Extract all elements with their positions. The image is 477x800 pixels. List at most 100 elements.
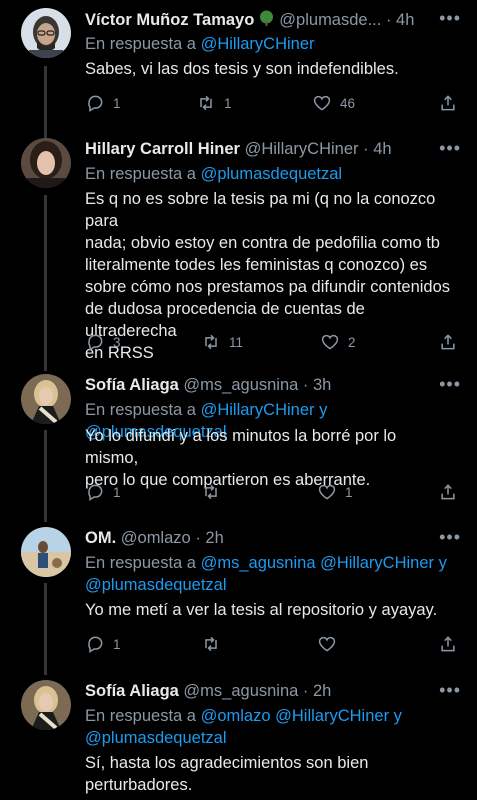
reply-button[interactable]: 1 — [85, 93, 121, 113]
tweet-header: Víctor Muñoz Tamayo @plumasde... · 4h ••• — [85, 8, 463, 32]
timestamp[interactable]: · 4h — [363, 140, 391, 158]
username[interactable]: @ms_agusnina — [183, 682, 298, 700]
more-options-icon[interactable]: ••• — [439, 527, 461, 548]
mention-link[interactable]: @plumasdequetzal — [85, 729, 227, 747]
tweet-text: Sí, hasta los agradecimientos son bien p… — [85, 752, 453, 796]
text-line: Sí, hasta los agradecimientos son bien — [85, 754, 369, 772]
retweet-icon — [200, 95, 212, 111]
heart-icon — [318, 636, 336, 652]
reply-prefix: En respuesta a — [85, 554, 196, 572]
username[interactable]: @plumasde... — [279, 11, 381, 29]
reply-prefix: En respuesta a — [85, 707, 196, 725]
more-options-icon[interactable]: ••• — [439, 8, 461, 29]
display-name[interactable]: Sofía Aliaga — [85, 682, 179, 700]
share-icon — [441, 95, 455, 111]
timestamp[interactable]: · 3h — [303, 376, 331, 394]
text-line: Yo lo difundí y a los minutos la borré p… — [85, 427, 397, 467]
retweet-icon — [205, 636, 217, 652]
reply-button[interactable]: 3 — [85, 332, 121, 352]
like-count: 2 — [348, 334, 356, 350]
reply-button[interactable]: 1 — [85, 482, 121, 502]
reply-conjunction: y — [314, 401, 328, 419]
retweet-icon — [205, 484, 217, 500]
retweet-button[interactable] — [201, 634, 229, 654]
avatar[interactable] — [21, 8, 71, 58]
mention-link[interactable]: @plumasdequetzal — [201, 165, 343, 183]
action-bar: 1 1 46 — [85, 93, 455, 115]
display-name[interactable]: Sofía Aliaga — [85, 376, 179, 394]
reply-context: En respuesta a @ms_agusnina @HillaryCHin… — [85, 552, 463, 596]
tweet-text: Sabes, vi las dos tesis y son indefendib… — [85, 58, 453, 80]
retweet-button[interactable]: 1 — [196, 93, 232, 113]
more-options-icon[interactable]: ••• — [439, 374, 461, 395]
mention-link[interactable]: @HillaryCHiner — [201, 401, 315, 419]
display-name[interactable]: OM. — [85, 529, 116, 547]
action-bar: 1 1 — [85, 482, 455, 504]
reply-count: 1 — [113, 95, 121, 111]
avatar[interactable] — [21, 374, 71, 424]
tweet-header: OM. @omlazo · 2h ••• — [85, 527, 463, 551]
mention-link[interactable]: @HillaryCHiner — [201, 35, 315, 53]
tweet-header: Hillary Carroll Hiner @HillaryCHiner · 4… — [85, 138, 463, 162]
share-icon — [441, 636, 455, 652]
tweet-text: Yo me metí a ver la tesis al repositorio… — [85, 599, 453, 621]
tweet-header: Sofía Aliaga @ms_agusnina · 3h ••• — [85, 374, 463, 398]
tweet[interactable]: Hillary Carroll Hiner @HillaryCHiner · 4… — [0, 138, 477, 362]
like-button[interactable]: 1 — [317, 482, 353, 502]
reply-context: En respuesta a @HillaryCHiner — [85, 33, 463, 55]
reply-button[interactable]: 1 — [85, 634, 121, 654]
share-icon — [441, 484, 455, 500]
reply-prefix: En respuesta a — [85, 35, 196, 53]
reply-icon — [88, 484, 103, 501]
mention-link[interactable]: @ms_agusnina — [201, 554, 316, 572]
text-line: perturbadores. — [85, 776, 193, 794]
tweet-header: Sofía Aliaga @ms_agusnina · 2h ••• — [85, 680, 463, 704]
text-line: literalmente todes les feministas q cono… — [85, 256, 428, 274]
heart-icon — [318, 484, 336, 500]
share-button[interactable] — [438, 332, 458, 352]
tweet[interactable]: Víctor Muñoz Tamayo @plumasde... · 4h •••… — [0, 8, 477, 126]
retweet-icon — [205, 334, 217, 350]
retweet-count: 11 — [229, 334, 244, 350]
text-line: sobre cómo nos prestamos pa difundir con… — [85, 278, 451, 296]
mention-link[interactable]: @HillaryCHiner — [275, 707, 389, 725]
username[interactable]: @HillaryCHiner — [245, 140, 359, 158]
mention-link[interactable]: @HillaryCHiner — [320, 554, 434, 572]
avatar[interactable] — [21, 527, 71, 577]
retweet-button[interactable]: 11 — [201, 332, 243, 352]
text-line: nada; obvio estoy en contra de pedofilia… — [85, 234, 440, 252]
heart-icon — [313, 95, 331, 111]
like-button[interactable] — [317, 634, 345, 654]
tweet[interactable]: Sofía Aliaga @ms_agusnina · 3h ••• En re… — [0, 374, 477, 514]
share-button[interactable] — [438, 93, 458, 113]
reply-icon — [88, 636, 103, 653]
mention-link[interactable]: @plumasdequetzal — [85, 576, 227, 594]
share-button[interactable] — [438, 482, 458, 502]
username[interactable]: @omlazo — [121, 529, 191, 547]
avatar[interactable] — [21, 680, 71, 730]
username[interactable]: @ms_agusnina — [183, 376, 298, 394]
reply-prefix: En respuesta a — [85, 165, 196, 183]
reply-icon — [88, 95, 103, 112]
text-line: Es q no es sobre la tesis pa mi (q no la… — [85, 190, 436, 230]
heart-icon — [321, 334, 339, 350]
mention-link[interactable]: @omlazo — [201, 707, 271, 725]
like-button[interactable]: 2 — [320, 332, 356, 352]
tweet[interactable]: OM. @omlazo · 2h ••• En respuesta a @ms_… — [0, 527, 477, 667]
share-button[interactable] — [438, 634, 458, 654]
reply-conjunction: y — [389, 707, 402, 725]
retweet-button[interactable] — [201, 482, 229, 502]
more-options-icon[interactable]: ••• — [439, 138, 461, 159]
timestamp[interactable]: · 2h — [195, 529, 223, 547]
reply-count: 3 — [113, 334, 121, 350]
display-name[interactable]: Víctor Muñoz Tamayo — [85, 11, 254, 29]
tweet[interactable]: Sofía Aliaga @ms_agusnina · 2h ••• En re… — [0, 680, 477, 800]
like-button[interactable]: 46 — [312, 93, 355, 113]
avatar[interactable] — [21, 138, 71, 188]
like-count: 46 — [340, 95, 356, 111]
timestamp[interactable]: · 2h — [303, 682, 331, 700]
timestamp[interactable]: · 4h — [386, 11, 414, 29]
share-icon — [441, 334, 455, 350]
display-name[interactable]: Hillary Carroll Hiner — [85, 140, 240, 158]
more-options-icon[interactable]: ••• — [439, 680, 461, 701]
